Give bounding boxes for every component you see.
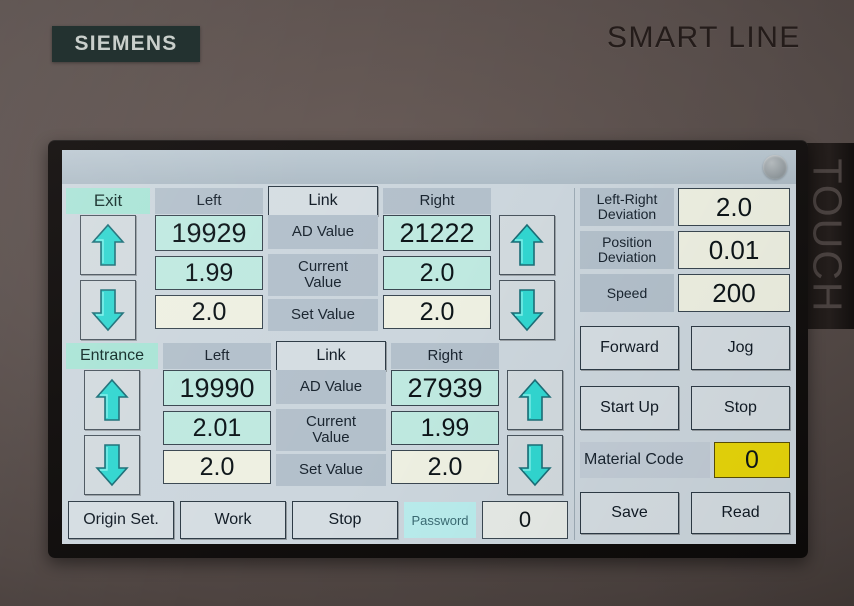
status-led-icon [763, 155, 787, 179]
process-columns: Exit Left 19929 1.99 2.0 Link AD Value C… [62, 184, 570, 544]
exit-right-ad-value[interactable]: 21222 [383, 215, 491, 251]
position-deviation-row: Position Deviation 0.01 [580, 231, 790, 269]
forward-button[interactable]: Forward [580, 326, 679, 370]
entrance-right-values: Right 27939 1.99 2.0 [391, 342, 499, 484]
position-deviation-label: Position Deviation [580, 231, 674, 269]
hmi-title-bar [62, 150, 796, 185]
speed-row: Speed 200 [580, 274, 790, 312]
section-exit: Exit Left 19929 1.99 2.0 Link AD Value C… [66, 186, 570, 340]
speed-label: Speed [580, 274, 674, 312]
arrow-up-icon [95, 378, 129, 421]
entrance-left-up-button[interactable] [84, 370, 140, 430]
entrance-current-value-label: Current Value [276, 409, 386, 451]
entrance-left-values: Left 19990 2.01 2.0 [163, 342, 271, 484]
save-read-buttons: Save Read [580, 492, 790, 534]
stop-button-right[interactable]: Stop [691, 386, 790, 430]
siemens-logo-text: SIEMENS [74, 32, 178, 55]
entrance-left-current-value[interactable]: 2.01 [163, 411, 271, 445]
entrance-left-set-value[interactable]: 2.0 [163, 450, 271, 484]
exit-right-up-button[interactable] [499, 215, 555, 275]
position-deviation-value[interactable]: 0.01 [678, 231, 790, 269]
section-entrance: Entrance Left 19990 2.01 2.0 Link AD Val… [66, 341, 570, 495]
stop-button[interactable]: Stop [292, 501, 398, 539]
material-code-label: Material Code [580, 442, 710, 478]
material-code-row: Material Code 0 [580, 442, 790, 478]
arrow-up-icon [91, 223, 125, 266]
entrance-right-header: Right [391, 343, 499, 369]
entrance-right-up-button[interactable] [507, 370, 563, 430]
exit-left-arrow-buttons [66, 215, 150, 340]
entrance-link-button[interactable]: Link [276, 341, 386, 371]
left-right-deviation-value[interactable]: 2.0 [678, 188, 790, 226]
smart-line-wordmark: SMART LINE [607, 21, 801, 54]
section-tag-exit: Exit [66, 188, 150, 214]
panel-divider [574, 188, 575, 540]
origin-set-button[interactable]: Origin Set. [68, 501, 174, 539]
entrance-right-set-value[interactable]: 2.0 [391, 450, 499, 484]
arrow-up-icon [510, 223, 544, 266]
touch-bezel-text: TOUCH [804, 158, 851, 314]
left-right-deviation-label: Left-Right Deviation [580, 188, 674, 226]
exit-left-current-value[interactable]: 1.99 [155, 256, 263, 290]
password-label: Password [404, 502, 476, 538]
jog-button[interactable]: Jog [691, 326, 790, 370]
exit-right-arrow-buttons [498, 215, 556, 340]
entrance-left-ad-value[interactable]: 19990 [163, 370, 271, 406]
entrance-right-arrow-buttons [506, 370, 564, 495]
control-panel: Left-Right Deviation 2.0 Position Deviat… [580, 184, 796, 544]
entrance-set-value-label: Set Value [276, 454, 386, 486]
exit-right-header: Right [383, 188, 491, 214]
entrance-center-labels: Link AD Value Current Value Set Value [276, 341, 386, 486]
left-right-deviation-row: Left-Right Deviation 2.0 [580, 188, 790, 226]
bottom-toolbar: Origin Set. Work Stop Password 0 [66, 495, 570, 539]
exit-right-current-value[interactable]: 2.0 [383, 256, 491, 290]
exit-right-down-button[interactable] [499, 280, 555, 340]
exit-left-values: Left 19929 1.99 2.0 [155, 187, 263, 329]
password-input[interactable]: 0 [482, 501, 568, 539]
exit-right-values: Right 21222 2.0 2.0 [383, 187, 491, 329]
save-button[interactable]: Save [580, 492, 679, 534]
exit-right-set-value[interactable]: 2.0 [383, 295, 491, 329]
read-button[interactable]: Read [691, 492, 790, 534]
exit-left-set-value[interactable]: 2.0 [155, 295, 263, 329]
entrance-left-down-button[interactable] [84, 435, 140, 495]
work-button[interactable]: Work [180, 501, 286, 539]
exit-current-value-label: Current Value [268, 254, 378, 296]
exit-left-up-button[interactable] [80, 215, 136, 275]
exit-left-ad-value[interactable]: 19929 [155, 215, 263, 251]
arrow-up-icon [518, 378, 552, 421]
section-tag-entrance: Entrance [66, 343, 158, 369]
hmi-screen: Exit Left 19929 1.99 2.0 Link AD Value C… [62, 150, 796, 544]
exit-left-down-button[interactable] [80, 280, 136, 340]
hmi-panel-bezel: Exit Left 19929 1.99 2.0 Link AD Value C… [48, 140, 808, 558]
entrance-right-ad-value[interactable]: 27939 [391, 370, 499, 406]
exit-set-value-label: Set Value [268, 299, 378, 331]
arrow-down-icon [91, 289, 125, 332]
exit-link-button[interactable]: Link [268, 186, 378, 216]
exit-center-labels: Link AD Value Current Value Set Value [268, 186, 378, 331]
arrow-down-icon [95, 444, 129, 487]
arrow-down-icon [510, 289, 544, 332]
siemens-logo: SIEMENS [52, 26, 200, 62]
entrance-ad-value-label: AD Value [276, 370, 386, 404]
hmi-content: Exit Left 19929 1.99 2.0 Link AD Value C… [62, 184, 796, 544]
speed-value[interactable]: 200 [678, 274, 790, 312]
material-code-value[interactable]: 0 [714, 442, 790, 478]
start-up-button[interactable]: Start Up [580, 386, 679, 430]
entrance-right-current-value[interactable]: 1.99 [391, 411, 499, 445]
exit-ad-value-label: AD Value [268, 215, 378, 249]
entrance-right-down-button[interactable] [507, 435, 563, 495]
motion-buttons-row-2: Start Up Stop [580, 386, 790, 430]
entrance-left-header: Left [163, 343, 271, 369]
entrance-left-arrow-buttons [66, 370, 158, 495]
exit-left-header: Left [155, 188, 263, 214]
motion-buttons-row-1: Forward Jog [580, 326, 790, 370]
arrow-down-icon [518, 444, 552, 487]
